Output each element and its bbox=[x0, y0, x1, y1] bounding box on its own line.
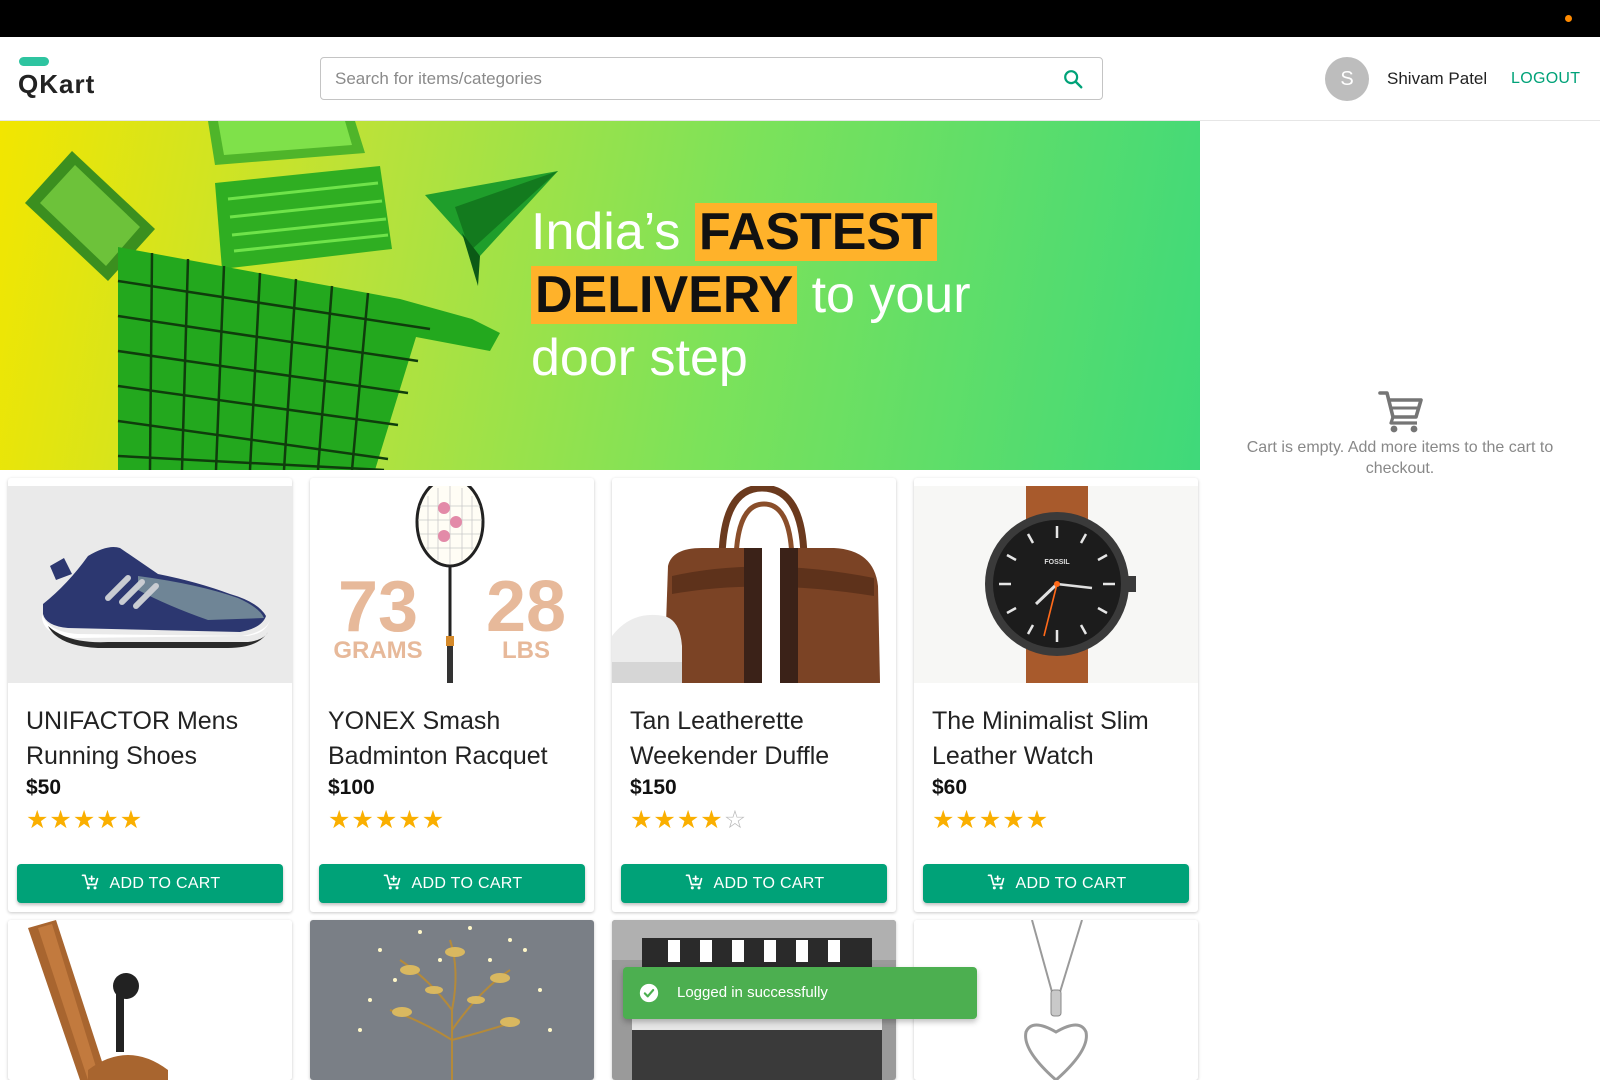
star-filled-icon: ★ bbox=[398, 806, 422, 834]
headline-highlight-fastest: FASTEST bbox=[694, 203, 937, 261]
product-image-shoe[interactable] bbox=[8, 486, 292, 683]
star-filled-icon: ★ bbox=[374, 806, 399, 834]
product-card: FOSSIL The Minimalist Slim Leather Watch… bbox=[914, 478, 1198, 912]
add-to-cart-label: ADD TO CART bbox=[713, 875, 825, 892]
add-to-cart-label: ADD TO CART bbox=[109, 875, 221, 892]
svg-text:73: 73 bbox=[338, 567, 418, 647]
star-filled-icon: ★ bbox=[96, 806, 120, 834]
add-to-cart-label: ADD TO CART bbox=[1015, 875, 1127, 892]
product-image-racquet[interactable]: 73 GRAMS 28 LBS bbox=[310, 486, 594, 683]
product-rating: ★★★★★ bbox=[328, 805, 445, 835]
star-filled-icon: ★ bbox=[653, 806, 677, 834]
star-filled-icon: ★ bbox=[26, 806, 50, 834]
add-shopping-cart-icon bbox=[685, 874, 702, 890]
star-filled-icon: ★ bbox=[421, 806, 446, 834]
product-card: Tan Leatherette Weekender Duffle $150 ★★… bbox=[612, 478, 896, 912]
check-circle-icon bbox=[639, 983, 659, 1003]
svg-text:28: 28 bbox=[486, 567, 566, 647]
add-to-cart-button[interactable]: ADD TO CART bbox=[923, 864, 1189, 903]
headline-text-3: door step bbox=[531, 329, 748, 387]
product-card bbox=[310, 920, 594, 1080]
logo-mark bbox=[19, 57, 49, 66]
star-filled-icon: ★ bbox=[932, 806, 956, 834]
add-shopping-cart-icon bbox=[987, 874, 1004, 890]
product-card bbox=[8, 920, 292, 1080]
product-price: $150 bbox=[630, 776, 677, 799]
product-title: Tan Leatherette Weekender Duffle bbox=[630, 707, 830, 770]
search-input[interactable] bbox=[335, 58, 1035, 99]
username: Shivam Patel bbox=[1387, 69, 1488, 88]
notification-dot bbox=[1565, 15, 1572, 22]
laptop-icon bbox=[208, 121, 392, 269]
logout-button[interactable]: LOGOUT bbox=[1511, 70, 1580, 88]
search-icon[interactable] bbox=[1062, 68, 1084, 90]
cart-empty-message: Cart is empty. Add more items to the car… bbox=[1246, 439, 1554, 477]
star-filled-icon: ★ bbox=[700, 806, 724, 834]
banner-headline: India’s FASTEST DELIVERY to your door st… bbox=[531, 201, 1011, 390]
svg-text:GRAMS: GRAMS bbox=[333, 637, 422, 664]
headline-text-1: India’s bbox=[531, 203, 695, 261]
product-card: UNIFACTOR Mens Running Shoes $50 ★★★★★ A… bbox=[8, 478, 292, 912]
star-empty-icon: ☆ bbox=[723, 806, 748, 834]
logo-text: QKart bbox=[18, 69, 96, 99]
system-status-bar bbox=[0, 0, 1600, 37]
cart-panel: Cart is empty. Add more items to the car… bbox=[1200, 121, 1600, 1041]
add-to-cart-label: ADD TO CART bbox=[411, 875, 523, 892]
star-filled-icon: ★ bbox=[630, 806, 654, 834]
star-filled-icon: ★ bbox=[676, 806, 701, 834]
add-to-cart-button[interactable]: ADD TO CART bbox=[17, 864, 283, 903]
svg-text:FOSSIL: FOSSIL bbox=[1044, 559, 1070, 566]
user-avatar[interactable]: S bbox=[1325, 57, 1369, 101]
login-success-toast: Logged in successfully bbox=[623, 967, 977, 1019]
product-image-fan[interactable] bbox=[8, 920, 292, 1080]
product-rating: ★★★★★ bbox=[26, 805, 143, 835]
product-price: $60 bbox=[932, 776, 968, 799]
product-title: YONEX Smash Badminton Racquet bbox=[328, 707, 548, 770]
app-header: QKart S Shivam Patel LOGOUT bbox=[0, 37, 1600, 121]
add-to-cart-button[interactable]: ADD TO CART bbox=[319, 864, 585, 903]
svg-text:LBS: LBS bbox=[502, 637, 550, 664]
product-rating: ★★★★★ bbox=[932, 805, 1049, 835]
hero-banner: India’s FASTEST DELIVERY to your door st… bbox=[0, 121, 1200, 470]
product-image-duffle[interactable] bbox=[612, 486, 896, 683]
product-price: $50 bbox=[26, 776, 62, 799]
cart-basket bbox=[117, 247, 500, 470]
product-card: 73 GRAMS 28 LBS YONEX Smash Badminton Ra… bbox=[310, 478, 594, 912]
product-title: UNIFACTOR Mens Running Shoes bbox=[26, 707, 239, 770]
headline-highlight-delivery: DELIVERY bbox=[531, 266, 798, 324]
product-image-watch[interactable]: FOSSIL bbox=[914, 486, 1198, 683]
add-to-cart-button[interactable]: ADD TO CART bbox=[621, 864, 887, 903]
star-filled-icon: ★ bbox=[978, 806, 1003, 834]
star-filled-icon: ★ bbox=[72, 806, 97, 834]
product-title: The Minimalist Slim Leather Watch bbox=[932, 707, 1149, 770]
star-filled-icon: ★ bbox=[49, 806, 73, 834]
star-filled-icon: ★ bbox=[328, 806, 352, 834]
headline-text-2: to your bbox=[797, 266, 971, 324]
add-shopping-cart-icon bbox=[383, 874, 400, 890]
add-shopping-cart-icon bbox=[81, 874, 98, 890]
qkart-logo[interactable]: QKart bbox=[18, 57, 128, 101]
toast-message: Logged in successfully bbox=[677, 984, 828, 1001]
star-filled-icon: ★ bbox=[119, 806, 144, 834]
star-filled-icon: ★ bbox=[351, 806, 375, 834]
star-filled-icon: ★ bbox=[1025, 806, 1050, 834]
search-bar bbox=[320, 57, 1103, 100]
star-filled-icon: ★ bbox=[1002, 806, 1026, 834]
star-filled-icon: ★ bbox=[955, 806, 979, 834]
product-rating: ★★★★☆ bbox=[630, 805, 747, 835]
product-image-lamp[interactable] bbox=[310, 920, 594, 1080]
product-price: $100 bbox=[328, 776, 375, 799]
shopping-cart-icon bbox=[1378, 391, 1423, 433]
